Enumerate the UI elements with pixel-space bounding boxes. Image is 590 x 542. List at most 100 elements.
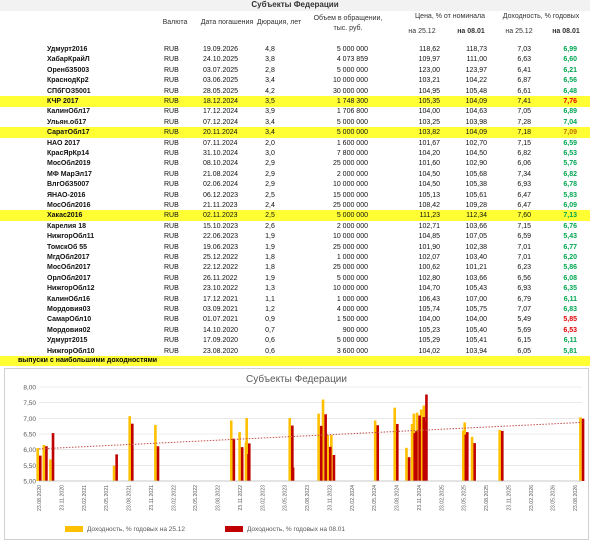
currency-cell: RUB xyxy=(164,337,179,345)
volume-cell: 30 000 000 xyxy=(332,87,368,95)
volume-cell: 15 000 000 xyxy=(332,191,368,199)
yield-2-cell: 6,53 xyxy=(563,326,577,334)
currency-cell: RUB xyxy=(164,56,179,64)
highlight-note: выпуски с наибольшими доходностями xyxy=(0,356,590,366)
volume-cell: 25 000 000 xyxy=(332,202,368,209)
duration-cell: 4,8 xyxy=(265,46,275,53)
price-1-cell: 102,71 xyxy=(418,222,440,230)
yield-2-cell: 7,04 xyxy=(563,118,577,126)
price-2-cell: 105,40 xyxy=(465,326,487,334)
page: { "header": { "title": "Субъекты Федерац… xyxy=(0,0,590,542)
legend-label-25-12: Доходность, % годовых на 25.12 xyxy=(87,526,185,533)
yield-1-cell: 6,47 xyxy=(517,202,531,209)
legend-swatch-08-01 xyxy=(225,526,243,532)
price-1-cell: 105,13 xyxy=(418,191,440,199)
yield-2-cell: 5,85 xyxy=(563,316,577,324)
bond-name: Карелия 18 xyxy=(47,222,86,230)
bar-yield-25-12 xyxy=(393,407,397,481)
volume-cell: 25 000 000 xyxy=(332,243,368,251)
header-currency: Валюта xyxy=(162,19,188,26)
volume-cell: 25 000 000 xyxy=(332,264,368,272)
x-tick-label: 23.05.2024 xyxy=(372,485,378,511)
maturity-cell: 23.10.2022 xyxy=(203,285,239,293)
header-yield-date-1: на 25.12 xyxy=(505,28,533,35)
table-title-bar: Субъекты Федерации xyxy=(0,0,590,11)
price-1-cell: 103,21 xyxy=(418,77,440,85)
price-2-cell: 101,21 xyxy=(465,264,487,272)
volume-cell: 10 000 000 xyxy=(332,181,368,189)
price-2-cell: 104,00 xyxy=(465,316,487,324)
maturity-cell: 14.10.2020 xyxy=(203,326,239,334)
currency-cell: RUB xyxy=(164,222,179,230)
bar-yield-25-12 xyxy=(288,418,292,481)
table-row: МосОбл2016 RUB 21.11.2023 2,4 25 000 000 108,… xyxy=(0,200,590,211)
yield-2-cell: 5,83 xyxy=(563,191,577,199)
bond-name: НижгорОбл10 xyxy=(47,347,95,355)
volume-cell: 10 000 000 xyxy=(332,285,368,293)
y-tick-label: 8,00 xyxy=(23,385,36,392)
chart-title: Субъекты Федерации xyxy=(246,373,347,385)
yield-1-cell: 6,63 xyxy=(517,56,531,64)
bond-name: СамарОбл10 xyxy=(47,316,92,324)
bar-yield-08-01 xyxy=(328,446,332,481)
bar-yield-25-12 xyxy=(128,416,132,481)
bar-yield-25-12 xyxy=(498,429,502,481)
x-tick-label: 23.08.2026 xyxy=(573,485,579,511)
x-tick-label: 23.11.2024 xyxy=(417,485,423,511)
duration-cell: 0,7 xyxy=(265,326,275,334)
maturity-cell: 15.10.2023 xyxy=(203,222,239,230)
price-1-cell: 104,95 xyxy=(418,87,440,95)
maturity-cell: 17.12.2024 xyxy=(203,108,239,116)
bar-yield-08-01 xyxy=(581,418,585,481)
table-row: ЯНАО-2016 RUB 06.12.2023 2,5 15 000 000 105,1… xyxy=(0,190,590,201)
duration-cell: 4,2 xyxy=(265,87,275,95)
bond-name: КЧР 2017 xyxy=(47,98,79,105)
table-row: МосОбл2017 RUB 22.12.2022 1,8 25 000 000 100,… xyxy=(0,262,590,273)
price-2-cell: 105,48 xyxy=(465,87,487,95)
table-row: СаратОбл17 RUB 20.11.2024 3,4 5 000 000 103,8… xyxy=(0,127,590,139)
yield-1-cell: 6,93 xyxy=(517,285,531,293)
y-tick-label: 5,00 xyxy=(23,479,36,486)
duration-cell: 1,8 xyxy=(265,264,275,272)
x-tick-label: 23.08.2024 xyxy=(395,485,401,511)
price-1-cell: 104,50 xyxy=(418,170,440,178)
price-1-cell: 104,02 xyxy=(418,347,440,355)
currency-cell: RUB xyxy=(164,139,179,147)
volume-cell: 2 000 000 xyxy=(336,222,368,230)
yield-2-cell: 6,89 xyxy=(563,108,577,116)
table-row: Мордовия03 RUB 03.09.2021 1,2 4 000 000 105,7… xyxy=(0,304,590,315)
header-yield: Доходность, % годовых xyxy=(502,13,580,20)
yield-2-cell: 7,13 xyxy=(563,212,577,220)
bond-name: МосОбл2019 xyxy=(47,160,91,168)
y-tick-label: 5,50 xyxy=(23,463,36,470)
x-tick-label: 23.02.2025 xyxy=(440,485,446,511)
yield-2-cell: 6,99 xyxy=(563,46,577,53)
price-1-cell: 101,90 xyxy=(418,243,440,251)
bar-yield-25-12 xyxy=(112,465,116,481)
bar-yield-25-12 xyxy=(461,430,465,481)
price-2-cell: 105,61 xyxy=(465,191,487,199)
table-row: КЧР 2017 RUB 18.12.2024 3,5 1 748 300 105,35 1… xyxy=(0,96,590,107)
maturity-cell: 31.10.2024 xyxy=(203,150,239,157)
x-tick-label: 23.02.2022 xyxy=(171,485,177,511)
duration-cell: 2,9 xyxy=(265,170,275,178)
table-row: КалинОбл16 RUB 17.12.2021 1,1 1 000 000 106,4… xyxy=(0,294,590,305)
duration-cell: 1,9 xyxy=(265,243,275,251)
volume-cell: 1 600 000 xyxy=(336,139,368,147)
bond-name: КрасЯрКр14 xyxy=(47,150,89,157)
table-row: МгдОбл2017 RUB 25.12.2022 1,8 1 000 000 102,0… xyxy=(0,252,590,263)
price-1-cell: 111,23 xyxy=(419,212,440,220)
volume-cell: 5 000 000 xyxy=(336,46,368,53)
table-row: ОрлОбл2017 RUB 26.11.2022 1,9 5 000 000 102,8… xyxy=(0,273,590,284)
table-row: КрасЯрКр14 RUB 31.10.2024 3,0 7 800 000 104,2… xyxy=(0,148,590,159)
maturity-cell: 19.09.2026 xyxy=(203,46,239,53)
duration-cell: 2,9 xyxy=(265,181,275,189)
duration-cell: 0,6 xyxy=(265,337,275,345)
bond-name: НижгорОбл12 xyxy=(47,285,95,293)
bar-yield-08-01 xyxy=(39,455,42,481)
maturity-cell: 02.11.2023 xyxy=(203,212,238,220)
bond-name: НижгорОбл11 xyxy=(47,233,95,241)
bond-name: НАО 2017 xyxy=(47,139,80,147)
price-2-cell: 111,00 xyxy=(466,56,487,64)
maturity-cell: 21.11.2023 xyxy=(203,202,238,209)
